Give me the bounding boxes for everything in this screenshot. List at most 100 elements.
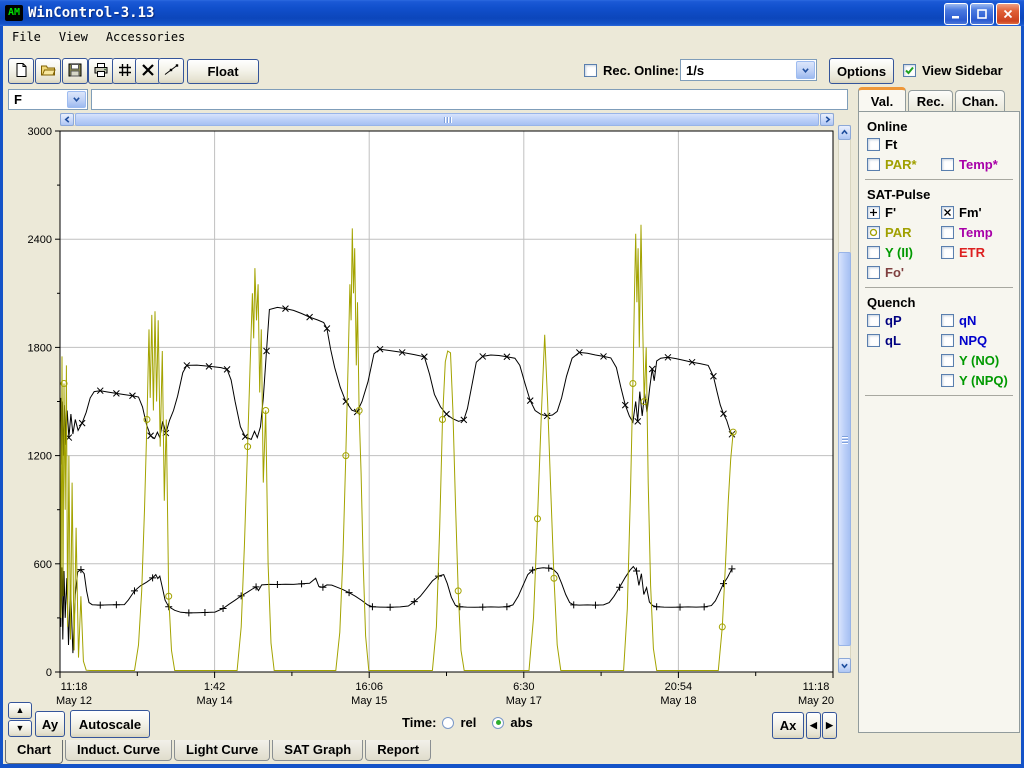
title-bar[interactable]: AM WinControl-3.13 — [0, 0, 1024, 26]
annotation-field[interactable] — [91, 89, 848, 110]
options-button-label: Options — [837, 64, 886, 79]
label-ql: qL — [885, 333, 901, 348]
ax-button[interactable]: Ax — [772, 712, 804, 739]
checkbox-row: Fo' — [867, 265, 1019, 280]
checkbox-temp[interactable] — [941, 158, 954, 171]
minimize-button[interactable] — [944, 3, 968, 25]
checkbox-par[interactable] — [867, 158, 880, 171]
sidebar-tab-chan[interactable]: Chan. — [955, 90, 1005, 112]
checkbox-fo[interactable] — [867, 266, 880, 279]
float-button[interactable]: Float — [187, 59, 259, 84]
tab-light-curve[interactable]: Light Curve — [174, 740, 270, 761]
label-temp: Temp* — [959, 157, 998, 172]
label-par: PAR* — [885, 157, 917, 172]
h-scroll-right-button[interactable] — [820, 113, 834, 126]
checkbox-f[interactable] — [867, 206, 880, 219]
autoscale-button[interactable]: Autoscale — [70, 710, 150, 738]
time-abs-radio[interactable] — [492, 717, 504, 729]
v-thumb-grip — [841, 436, 848, 443]
check-icon — [904, 65, 915, 76]
tab-induct-curve[interactable]: Induct. Curve — [65, 740, 172, 761]
checkbox-temp[interactable] — [941, 226, 954, 239]
menu-accessories[interactable]: Accessories — [97, 28, 194, 46]
float-button-label: Float — [207, 64, 238, 79]
svg-text:1800: 1800 — [28, 342, 52, 354]
h-scrollbar-thumb[interactable] — [75, 113, 819, 126]
y-scale-up-button[interactable]: ▲ — [8, 702, 32, 719]
open-file-button[interactable] — [35, 58, 61, 84]
menu-view[interactable]: View — [50, 28, 97, 46]
h-scroll-left-button[interactable] — [60, 113, 74, 126]
tab-chart[interactable]: Chart — [5, 740, 63, 764]
ay-button[interactable]: Ay — [35, 711, 65, 737]
label-ynpq: Y (NPQ) — [959, 373, 1008, 388]
checkbox-npq[interactable] — [941, 334, 954, 347]
interval-combobox[interactable]: 1/s — [680, 59, 817, 81]
chevron-up-icon — [841, 129, 848, 136]
interval-dropdown-button[interactable] — [796, 61, 815, 79]
new-file-button[interactable] — [8, 58, 34, 84]
print-button[interactable] — [88, 58, 114, 84]
svg-text:May 20: May 20 — [798, 695, 834, 707]
checkbox-fm[interactable] — [941, 206, 954, 219]
group-title-online: Online — [867, 119, 1019, 134]
chart-h-scrollbar[interactable] — [60, 113, 834, 126]
sidebar-tab-val[interactable]: Val. — [858, 87, 906, 112]
checkbox-row: Y (NO) — [867, 353, 1019, 368]
chart-v-scrollbar[interactable] — [838, 125, 851, 673]
close-button[interactable] — [996, 3, 1020, 25]
checkbox-yii[interactable] — [867, 246, 880, 259]
v-scrollbar-thumb[interactable] — [838, 252, 851, 646]
checkbox-row: PARTemp — [867, 225, 1019, 240]
menu-file[interactable]: File — [3, 28, 50, 46]
checkbox-ynpq[interactable] — [941, 374, 954, 387]
checkbox-ft[interactable] — [867, 138, 880, 151]
checkbox-qp[interactable] — [867, 314, 880, 327]
x-scroll-left-button[interactable]: ◀ — [806, 712, 821, 739]
checkbox-yno[interactable] — [941, 354, 954, 367]
chevron-down-icon — [802, 67, 809, 74]
label-yii: Y (II) — [885, 245, 913, 260]
checkbox-etr[interactable] — [941, 246, 954, 259]
v-scroll-down-button[interactable] — [838, 658, 851, 673]
tab-sat-graph[interactable]: SAT Graph — [272, 740, 363, 761]
sidebar-tab-rec[interactable]: Rec. — [908, 90, 953, 112]
tab-report[interactable]: Report — [365, 740, 431, 761]
y-scale-down-button[interactable]: ▼ — [8, 720, 32, 737]
svg-text:600: 600 — [34, 559, 52, 571]
group-title-quench: Quench — [867, 295, 1019, 310]
svg-text:3000: 3000 — [28, 126, 52, 138]
label-ft: Ft — [885, 137, 897, 152]
label-f: F' — [885, 205, 896, 220]
rec-online-checkbox[interactable] — [584, 64, 597, 77]
channel-selector-dropdown-button[interactable] — [67, 91, 86, 108]
checkbox-par[interactable] — [867, 226, 880, 239]
checkbox-ql[interactable] — [867, 334, 880, 347]
maximize-button[interactable] — [970, 3, 994, 25]
save-icon — [67, 62, 83, 81]
v-scroll-up-button[interactable] — [838, 125, 851, 140]
window-frame-bottom — [0, 764, 1024, 768]
new-file-icon — [13, 62, 29, 81]
label-fm: Fm' — [959, 205, 982, 220]
view-tabs: ChartInduct. CurveLight CurveSAT GraphRe… — [5, 740, 431, 764]
separator — [865, 179, 1013, 180]
x-scroll-right-button[interactable]: ▶ — [822, 712, 837, 739]
channel-selector-value: F — [9, 92, 66, 107]
time-rel-radio[interactable] — [442, 717, 454, 729]
channel-selector[interactable]: F — [8, 89, 88, 110]
triangle-up-icon: ▲ — [16, 706, 25, 715]
label-par: PAR — [885, 225, 911, 240]
svg-text:16:06: 16:06 — [355, 681, 383, 693]
svg-text:20:54: 20:54 — [665, 681, 693, 693]
options-button[interactable]: Options — [829, 58, 894, 84]
svg-text:11:18: 11:18 — [803, 681, 830, 693]
checkbox-qn[interactable] — [941, 314, 954, 327]
separator — [865, 395, 1013, 396]
save-button[interactable] — [62, 58, 88, 84]
line-marker-button[interactable] — [158, 58, 184, 84]
time-abs-label: abs — [510, 715, 532, 730]
chevron-down-icon — [73, 96, 80, 103]
view-sidebar-checkbox[interactable] — [903, 64, 916, 77]
checkbox-row: PAR* Temp* — [867, 157, 1019, 172]
